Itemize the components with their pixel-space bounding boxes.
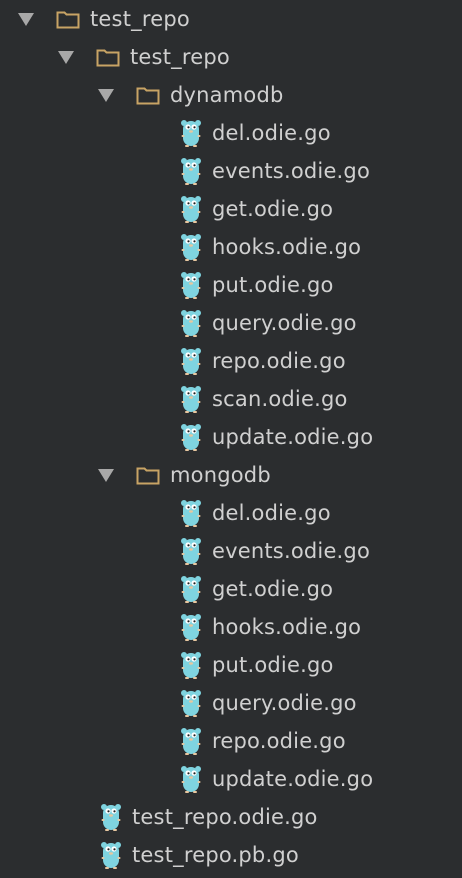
tree-item-file[interactable]: put.odie.go [0,646,462,684]
tree-item-file[interactable]: test_repo.odie.go [0,798,462,836]
gopher-icon [181,386,201,413]
gopher-icon [181,120,201,147]
tree-item-label: get.odie.go [212,197,334,221]
tree-item-label: test_repo.odie.go [132,805,318,829]
tree-item-label: put.odie.go [212,653,334,677]
expand-arrow-icon[interactable] [58,50,74,64]
tree-item-file[interactable]: get.odie.go [0,190,462,228]
tree-item-file[interactable]: hooks.odie.go [0,608,462,646]
gopher-icon [101,842,121,869]
tree-item-label: test_repo [90,7,190,31]
gopher-icon [181,348,201,375]
gopher-icon [181,424,201,451]
tree-item-file[interactable]: repo.odie.go [0,722,462,760]
tree-item-file[interactable]: update.odie.go [0,760,462,798]
gopher-icon [181,196,201,223]
gopher-icon [181,728,201,755]
tree-item-label: get.odie.go [212,577,334,601]
tree-item-label: repo.odie.go [212,729,346,753]
tree-item-label: put.odie.go [212,273,334,297]
tree-item-file[interactable]: update.odie.go [0,418,462,456]
tree-item-sub-test-repo[interactable]: test_repo [0,38,462,76]
tree-item-file[interactable]: test_repo.pb.go [0,836,462,874]
tree-item-file[interactable]: query.odie.go [0,304,462,342]
gopher-icon [181,538,201,565]
tree-item-label: test_repo.pb.go [132,843,299,867]
tree-item-root-test-repo[interactable]: test_repo [0,0,462,38]
project-tree: test_repo test_repo dynamodb del.odie.go [0,0,462,878]
folder-icon [96,49,120,67]
folder-icon [136,87,160,105]
tree-item-file[interactable]: get.odie.go [0,570,462,608]
tree-item-label: update.odie.go [212,425,374,449]
tree-item-file[interactable]: hooks.odie.go [0,228,462,266]
tree-item-label: hooks.odie.go [212,615,362,639]
tree-item-label: del.odie.go [212,501,331,525]
tree-item-label: repo.odie.go [212,349,346,373]
tree-item-label: del.odie.go [212,121,331,145]
tree-item-file[interactable]: del.odie.go [0,114,462,152]
gopher-icon [181,158,201,185]
gopher-icon [181,310,201,337]
tree-item-file[interactable]: put.odie.go [0,266,462,304]
folder-icon [56,11,80,29]
gopher-icon [181,766,201,793]
tree-item-label: query.odie.go [212,311,357,335]
tree-item-file[interactable]: repo.odie.go [0,342,462,380]
expand-arrow-icon[interactable] [98,468,114,482]
tree-item-file[interactable]: events.odie.go [0,532,462,570]
expand-arrow-icon[interactable] [98,88,114,102]
tree-item-label: hooks.odie.go [212,235,362,259]
gopher-icon [181,576,201,603]
gopher-icon [101,804,121,831]
gopher-icon [181,500,201,527]
tree-item-mongodb[interactable]: mongodb [0,456,462,494]
tree-item-dynamodb[interactable]: dynamodb [0,76,462,114]
tree-item-label: update.odie.go [212,767,374,791]
expand-arrow-icon[interactable] [18,12,34,26]
tree-item-file[interactable]: query.odie.go [0,684,462,722]
gopher-icon [181,690,201,717]
gopher-icon [181,272,201,299]
gopher-icon [181,234,201,261]
tree-item-label: events.odie.go [212,159,371,183]
tree-item-file[interactable]: events.odie.go [0,152,462,190]
tree-item-label: query.odie.go [212,691,357,715]
tree-item-file[interactable]: scan.odie.go [0,380,462,418]
tree-item-label: mongodb [170,463,271,487]
gopher-icon [181,652,201,679]
tree-item-label: scan.odie.go [212,387,348,411]
folder-icon [136,467,160,485]
gopher-icon [181,614,201,641]
tree-item-label: test_repo [130,45,230,69]
tree-item-file[interactable]: del.odie.go [0,494,462,532]
tree-item-label: events.odie.go [212,539,371,563]
tree-item-label: dynamodb [170,83,284,107]
